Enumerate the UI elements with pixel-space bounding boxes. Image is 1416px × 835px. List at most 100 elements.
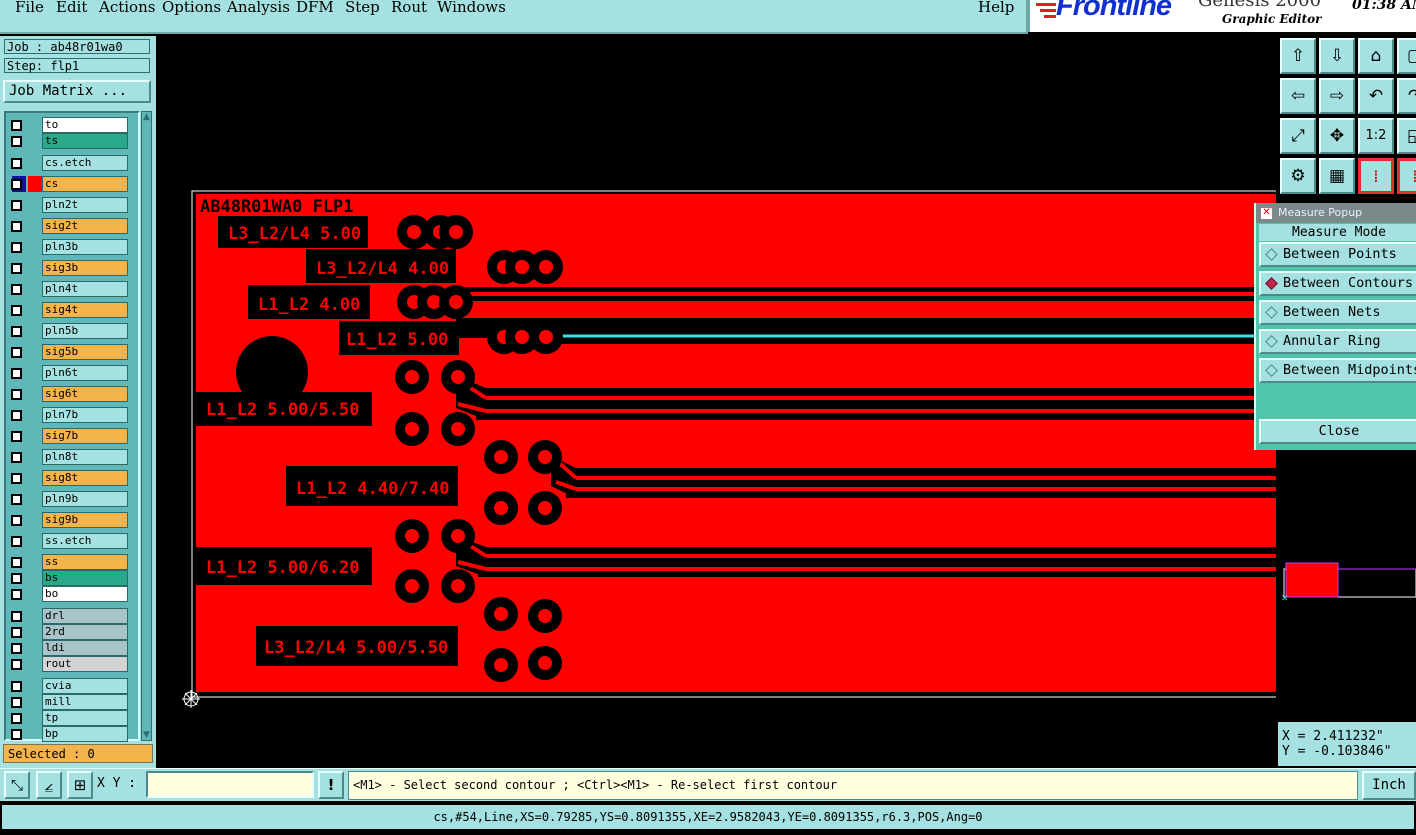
layer-row-sig3b[interactable]: sig3b [8,260,128,276]
layer-checkbox[interactable] [11,431,22,442]
layer-checkbox[interactable] [11,120,22,131]
layer-name[interactable]: cs.etch [42,155,128,171]
layer-checkbox[interactable] [11,643,22,654]
toolbar-extra-icon[interactable]: ▢ [1397,38,1416,74]
layer-checkbox[interactable] [11,729,22,740]
layer-row-pln2t[interactable]: pln2t [8,197,128,213]
properties-icon[interactable]: ⚙ [1280,158,1316,194]
scroll-down-icon[interactable]: ▼ [142,730,151,740]
layer-name[interactable]: pln7b [42,407,128,423]
overview-map[interactable]: ✕ [1278,450,1416,722]
layer-row-2rd[interactable]: 2rd [8,624,128,640]
pan-left-icon[interactable]: ⇦ [1280,78,1316,114]
grid-icon[interactable]: ▦ [1319,158,1355,194]
layer-row-pln4t[interactable]: pln4t [8,281,128,297]
menu-dfm[interactable]: DFM [296,0,334,16]
layer-checkbox[interactable] [11,611,22,622]
layer-name[interactable]: ss [42,554,128,570]
layer-checkbox[interactable] [11,494,22,505]
pcb-drawing[interactable]: AB48R01WA0 FLP1 L3_L2/L4 5.00 L3_L2/L4 4… [156,36,1276,766]
layer-checkbox[interactable] [11,136,22,147]
layer-row-sig6t[interactable]: sig6t [8,386,128,402]
layer-name[interactable]: drl [42,608,128,624]
layer-checkbox[interactable] [11,200,22,211]
layer-name[interactable]: sig3b [42,260,128,276]
pan-down-icon[interactable]: ⇩ [1319,38,1355,74]
layer-checkbox[interactable] [11,713,22,724]
layer-row-ss-etch[interactable]: ss.etch [8,533,128,549]
layer-row-sig4t[interactable]: sig4t [8,302,128,318]
net-select-icon[interactable]: ⁞ [1397,158,1416,194]
layer-checkbox[interactable] [11,659,22,670]
layer-name[interactable]: to [42,117,128,133]
layer-row-mill[interactable]: mill [8,694,128,710]
layer-name[interactable]: sig6t [42,386,128,402]
redo-view-icon[interactable]: ↷ [1397,78,1416,114]
layer-checkbox[interactable] [11,452,22,463]
layer-checkbox[interactable] [11,557,22,568]
layer-checkbox[interactable] [11,573,22,584]
menu-help[interactable]: Help [978,0,1014,16]
pan-up-icon[interactable]: ⇧ [1280,38,1316,74]
layer-row-ss[interactable]: ss [8,554,128,570]
layer-checkbox[interactable] [11,305,22,316]
measure-option-between-nets[interactable]: Between Nets [1259,300,1416,325]
layer-checkbox[interactable] [11,242,22,253]
layer-row-pln7b[interactable]: pln7b [8,407,128,423]
layer-name[interactable]: sig9b [42,512,128,528]
layer-row-cs-etch[interactable]: cs.etch [8,155,128,171]
layer-checkbox[interactable] [11,368,22,379]
menu-file[interactable]: File [15,0,44,16]
zoom-one-to-two-icon[interactable]: 1:2 [1358,118,1394,154]
zoom-fit-icon[interactable]: ⤢ [1280,118,1316,154]
job-matrix-button[interactable]: Job Matrix ... [3,80,151,103]
undo-view-icon[interactable]: ↶ [1358,78,1394,114]
xy-input[interactable] [146,771,314,798]
pan-right-icon[interactable]: ⇨ [1319,78,1355,114]
layer-row-pln8t[interactable]: pln8t [8,449,128,465]
layer-row-pln9b[interactable]: pln9b [8,491,128,507]
layer-name[interactable]: ts [42,133,128,149]
layer-name[interactable]: ss.etch [42,533,128,549]
layer-row-drl[interactable]: drl [8,608,128,624]
layer-name[interactable]: pln5b [42,323,128,339]
measure-option-between-midpoints[interactable]: Between Midpoints [1259,358,1416,383]
layer-name[interactable]: pln3b [42,239,128,255]
layer-checkbox[interactable] [11,326,22,337]
layer-checkbox[interactable] [11,221,22,232]
layer-name[interactable]: sig7b [42,428,128,444]
layer-checkbox[interactable] [11,158,22,169]
layer-row-pln5b[interactable]: pln5b [8,323,128,339]
measure-option-between-points[interactable]: Between Points [1259,242,1416,267]
close-button[interactable]: Close [1259,419,1416,444]
layer-row-bp[interactable]: bp [8,726,128,742]
layer-checkbox[interactable] [11,681,22,692]
layer-name[interactable]: bo [42,586,128,602]
layer-checkbox[interactable] [11,515,22,526]
layer-checkbox[interactable] [11,473,22,484]
menu-options[interactable]: Options [162,0,221,16]
layer-name[interactable]: tp [42,710,128,726]
layer-name[interactable]: bs [42,570,128,586]
layer-name[interactable]: sig5b [42,344,128,360]
menu-step[interactable]: Step [345,0,380,16]
layer-row-pln3b[interactable]: pln3b [8,239,128,255]
layer-name[interactable]: mill [42,694,128,710]
scroll-up-icon[interactable]: ▲ [142,112,151,122]
layer-row-cvia[interactable]: cvia [8,678,128,694]
layer-row-tp[interactable]: tp [8,710,128,726]
layer-row-ldi[interactable]: ldi [8,640,128,656]
layer-name[interactable]: pln6t [42,365,128,381]
menu-edit[interactable]: Edit [56,0,87,16]
window-close-icon[interactable]: ✕ [1260,207,1273,220]
layer-name[interactable]: pln8t [42,449,128,465]
layer-name[interactable]: sig8t [42,470,128,486]
layer-checkbox[interactable] [11,389,22,400]
layer-checkbox[interactable] [11,627,22,638]
layer-row-rout[interactable]: rout [8,656,128,672]
layer-checkbox[interactable] [11,536,22,547]
layer-row-bs[interactable]: bs [8,570,128,586]
layer-row-to[interactable]: to [8,117,128,133]
menu-analysis[interactable]: Analysis [227,0,290,16]
measure-option-annular-ring[interactable]: Annular Ring [1259,329,1416,354]
